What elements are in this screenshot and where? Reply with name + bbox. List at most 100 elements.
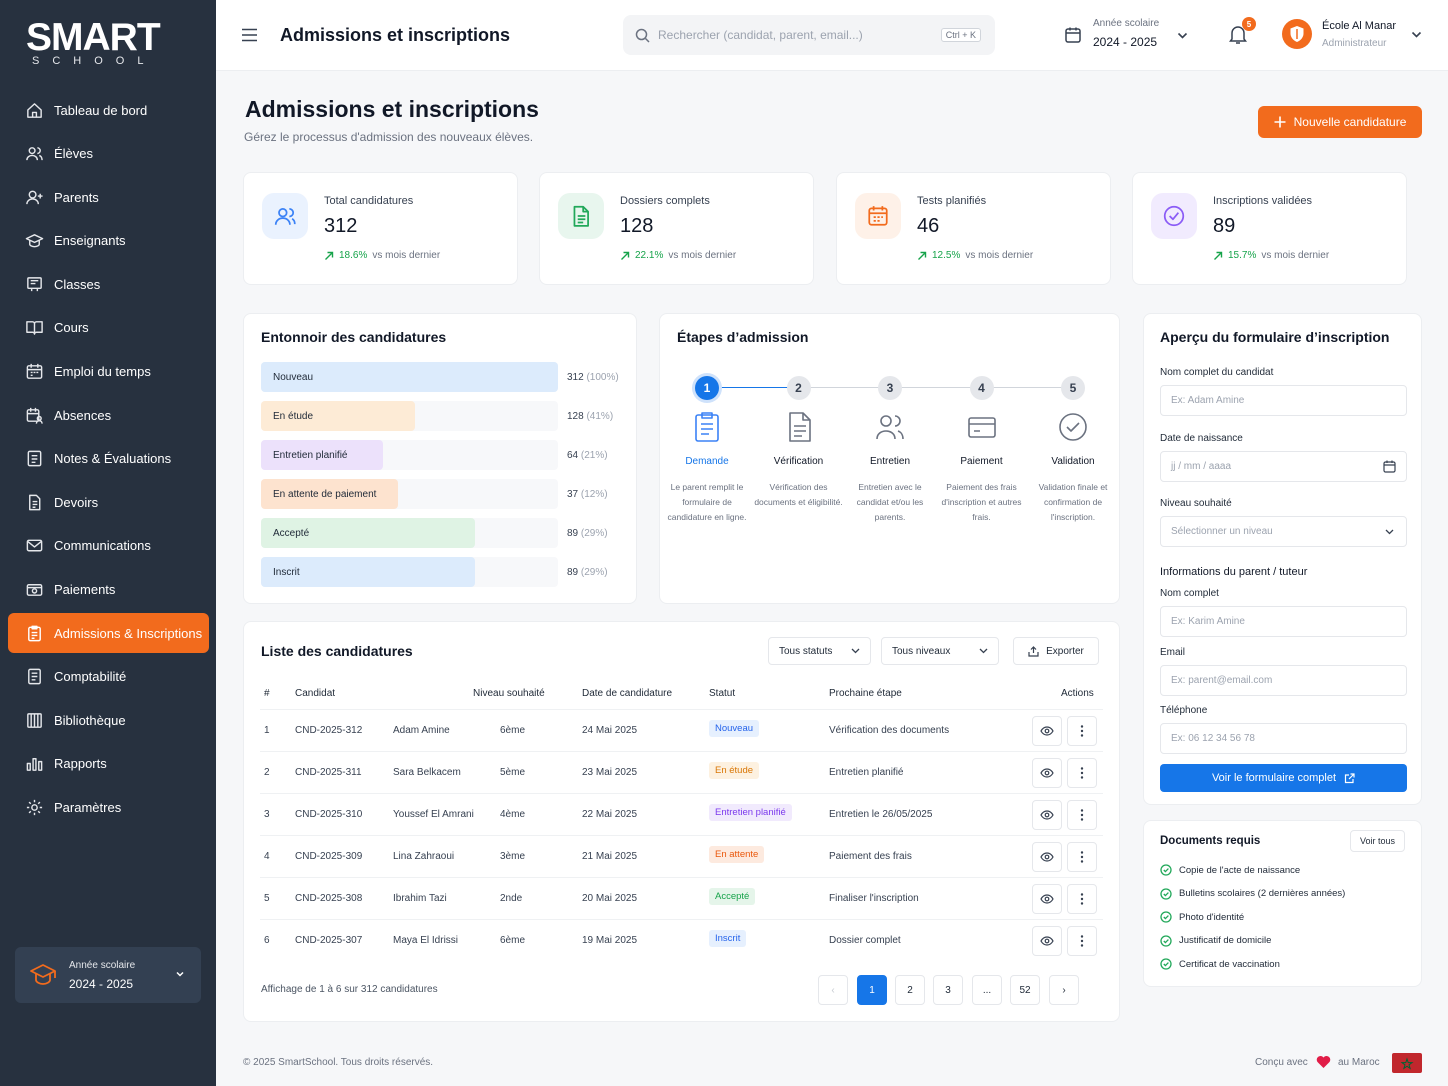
funnel-row[interactable]: En étude (261, 401, 558, 431)
stat-label: Dossiers complets (620, 195, 710, 207)
funnel-row[interactable]: Accepté (261, 518, 558, 548)
view-button[interactable] (1032, 758, 1062, 788)
view-button[interactable] (1032, 926, 1062, 956)
avatar[interactable] (1282, 19, 1312, 49)
sidebar-item-8[interactable]: Notes & Évaluations (8, 439, 209, 479)
see-all-documents-button[interactable]: Voir tous (1349, 830, 1405, 852)
col-header-candidate[interactable]: Candidat (295, 688, 335, 699)
funnel-percent: (12%) (580, 489, 608, 500)
sidebar-item-3[interactable]: Enseignants (8, 221, 209, 261)
view-button[interactable] (1032, 800, 1062, 830)
sidebar-item-label: Notes & Évaluations (54, 451, 172, 467)
stat-card: Tests planifiés 46 12.5% vs mois dernier (836, 172, 1111, 285)
sidebar-item-label: Comptabilité (54, 669, 127, 685)
pagination-button[interactable]: › (1049, 975, 1079, 1005)
col-header-date[interactable]: Date de candidature (582, 688, 672, 699)
funnel-row[interactable]: En attente de paiement (261, 479, 558, 509)
check-circle-icon (1160, 887, 1172, 900)
table-row[interactable]: 1 CND-2025-312 Adam Amine 6ème 24 Mai 2025 Vé… (260, 709, 1103, 751)
funnel-count: 64 (567, 450, 579, 461)
parent-name-field[interactable]: Ex: Karim Amine (1160, 606, 1407, 637)
school-info[interactable]: École Al Manar Administrateur (1322, 20, 1396, 49)
desired-level: 2nde (500, 893, 523, 904)
table-row[interactable]: 2 CND-2025-311 Sara Belkacem 5ème 23 Mai 202… (260, 751, 1103, 793)
pagination-button[interactable]: ... (972, 975, 1002, 1005)
more-options-button[interactable] (1067, 842, 1097, 872)
pagination-button[interactable]: 1 (857, 975, 887, 1005)
admission-step[interactable]: 2 Vérification Vérification des documents … (754, 376, 844, 510)
step-title: Demande (685, 456, 729, 467)
sidebar-item-1[interactable]: Élèves (8, 134, 209, 174)
sidebar-item-13[interactable]: Comptabilité (8, 657, 209, 697)
desired-level: 6ème (500, 935, 526, 946)
status-filter-select[interactable]: Tous statuts (768, 637, 871, 665)
col-header-next-step[interactable]: Prochaine étape (829, 688, 902, 699)
birthdate-field[interactable]: jj / mm / aaaa (1160, 451, 1407, 482)
pagination-button[interactable]: ‹ (818, 975, 848, 1005)
steps-title: Étapes d’admission (677, 329, 809, 345)
pagination-button[interactable]: 52 (1010, 975, 1040, 1005)
logo-sub-text: SCHOOL (32, 55, 157, 67)
candidate-name-field[interactable]: Ex: Adam Amine (1160, 385, 1407, 416)
admission-step[interactable]: 1 Demande Le parent remplit le formulaire … (662, 376, 752, 525)
admission-step[interactable]: 3 Entretien Entretien avec le candidat et/… (845, 376, 935, 525)
pagination-button[interactable]: 3 (933, 975, 963, 1005)
view-full-form-button[interactable]: Voir le formulaire complet (1160, 764, 1407, 792)
sidebar-item-label: Tableau de bord (54, 102, 148, 118)
new-application-button[interactable]: Nouvelle candidature (1258, 106, 1422, 138)
chevron-down-icon[interactable] (1177, 32, 1188, 40)
sidebar-item-7[interactable]: Absences (8, 395, 209, 435)
next-step: Finaliser l'inscription (829, 893, 919, 904)
sidebar-item-5[interactable]: Cours (8, 308, 209, 348)
phone-field[interactable]: Ex: 06 12 34 56 78 (1160, 723, 1407, 754)
more-options-button[interactable] (1067, 884, 1097, 914)
stat-label: Inscriptions validées (1213, 195, 1313, 207)
sidebar-item-0[interactable]: Tableau de bord (8, 90, 209, 130)
sidebar-item-label: Paramètres (54, 800, 122, 815)
col-header-level[interactable]: Niveau souhaité (473, 688, 545, 699)
sidebar-item-11[interactable]: Paiements (8, 570, 209, 610)
funnel-row[interactable]: Entretien planifié (261, 440, 558, 470)
sidebar-item-4[interactable]: Classes (8, 264, 209, 304)
funnel-row[interactable]: Nouveau (261, 362, 558, 392)
view-button[interactable] (1032, 716, 1062, 746)
menu-icon[interactable] (241, 28, 258, 42)
sidebar-item-14[interactable]: Bibliothèque (8, 700, 209, 740)
admission-step[interactable]: 5 Validation Validation finale et confirma… (1028, 376, 1118, 525)
status-badge: Nouveau (709, 720, 760, 737)
sidebar-item-2[interactable]: Parents (8, 177, 209, 217)
sidebar-year-selector[interactable]: Année scolaire 2024 - 2025 (15, 947, 201, 1003)
level-filter-select[interactable]: Tous niveaux (881, 637, 999, 665)
stat-change-suffix: vs mois dernier (1261, 250, 1330, 261)
sidebar-item-12[interactable]: Admissions & Inscriptions (8, 613, 209, 654)
funnel-row[interactable]: Inscrit (261, 557, 558, 587)
sidebar-item-15[interactable]: Rapports (8, 744, 209, 784)
email-field[interactable]: Ex: parent@email.com (1160, 665, 1407, 696)
logo[interactable]: SMART SCHOOL (26, 18, 176, 67)
search-input[interactable]: Rechercher (candidat, parent, email...) … (623, 15, 995, 55)
col-header-status[interactable]: Statut (709, 688, 735, 699)
table-row[interactable]: 3 CND-2025-310 Youssef El Amrani 4ème 22 Mai… (260, 793, 1103, 835)
table-row[interactable]: 5 CND-2025-308 Ibrahim Tazi 2nde 20 Mai 2025… (260, 877, 1103, 919)
sidebar-item-9[interactable]: Devoirs (8, 482, 209, 522)
table-row[interactable]: 6 CND-2025-307 Maya El Idrissi 6ème 19 Mai 2… (260, 919, 1103, 961)
view-button[interactable] (1032, 842, 1062, 872)
pagination-button[interactable]: 2 (895, 975, 925, 1005)
sidebar-item-16[interactable]: Paramètres (8, 788, 209, 828)
level-select[interactable]: Sélectionner un niveau (1160, 516, 1407, 547)
admission-step[interactable]: 4 Paiement Paiement des frais d'inscriptio… (937, 376, 1027, 525)
export-button[interactable]: Exporter (1013, 637, 1099, 665)
more-options-button[interactable] (1067, 758, 1097, 788)
more-options-button[interactable] (1067, 800, 1097, 830)
more-options-button[interactable] (1067, 926, 1097, 956)
status-badge: Entretien planifié (709, 804, 792, 821)
more-options-button[interactable] (1067, 716, 1097, 746)
table-row[interactable]: 4 CND-2025-309 Lina Zahraoui 3ème 21 Mai 202… (260, 835, 1103, 877)
year-selector[interactable]: Année scolaire 2024 - 2025 (1093, 18, 1159, 49)
candidate-name-label: Nom complet du candidat (1160, 367, 1274, 378)
sidebar-item-6[interactable]: Emploi du temps (8, 352, 209, 392)
sidebar-item-10[interactable]: Communications (8, 526, 209, 566)
parent-section-title: Informations du parent / tuteur (1160, 566, 1308, 578)
view-button[interactable] (1032, 884, 1062, 914)
chevron-down-icon[interactable] (1411, 31, 1422, 39)
